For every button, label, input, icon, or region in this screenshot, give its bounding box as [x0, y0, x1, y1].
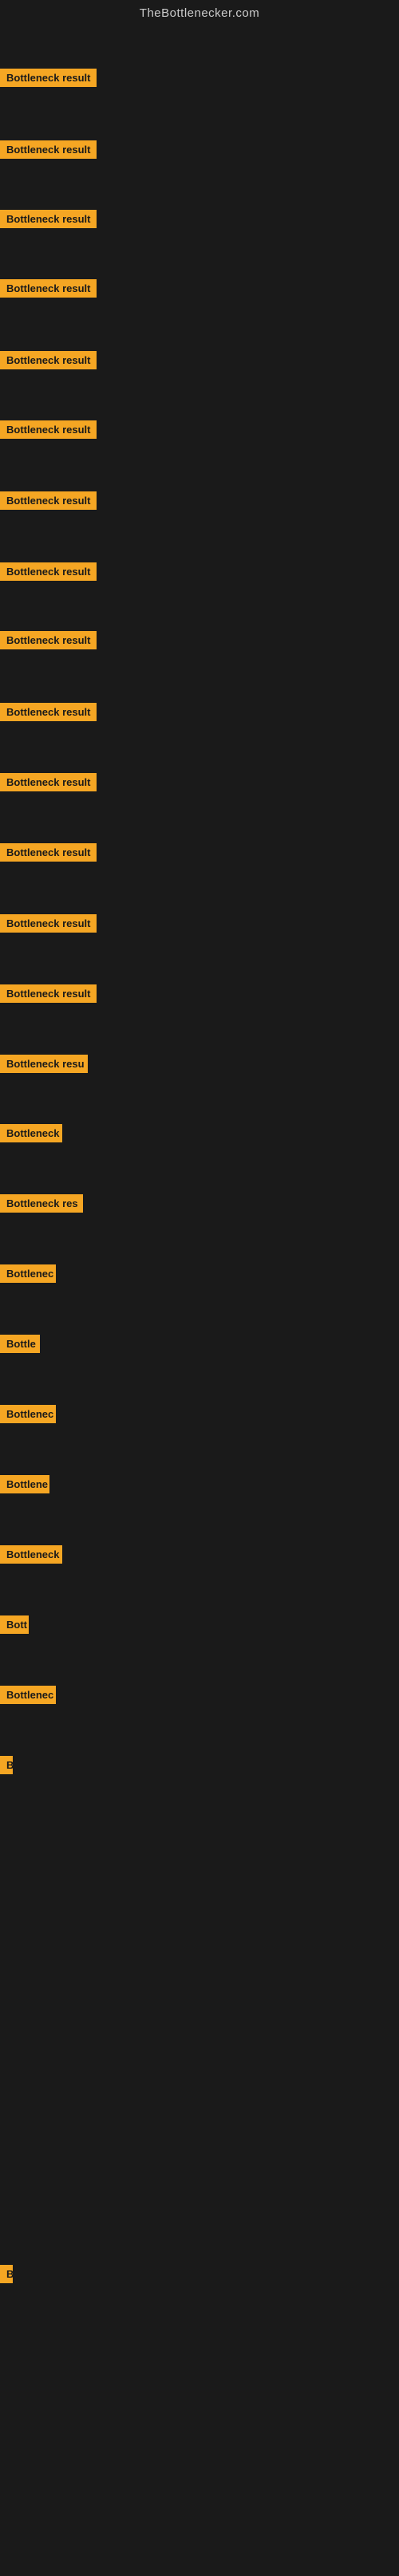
bottleneck-item: Bottleneck result — [0, 420, 97, 443]
bottleneck-badge: Bottleneck — [0, 1545, 62, 1564]
bottleneck-item: Bottleneck result — [0, 491, 97, 514]
bottleneck-item: Bottleneck result — [0, 279, 97, 302]
bottleneck-item: Bottleneck result — [0, 562, 97, 585]
bottleneck-badge: Bottleneck result — [0, 703, 97, 721]
bottleneck-badge: Bottleneck result — [0, 420, 97, 439]
bottleneck-item: Bottleneck — [0, 1124, 62, 1146]
bottleneck-badge: Bottlene — [0, 1475, 49, 1493]
bottleneck-item: Bottlenec — [0, 1686, 56, 1708]
bottleneck-item: Bottleneck result — [0, 843, 97, 866]
bottleneck-badge: Bottleneck — [0, 1124, 62, 1142]
bottleneck-badge: Bottleneck result — [0, 69, 97, 87]
bottleneck-badge: Bottleneck result — [0, 210, 97, 228]
bottleneck-item: Bottleneck result — [0, 984, 97, 1007]
bottleneck-badge: Bottleneck res — [0, 1194, 83, 1213]
bottleneck-badge: Bottlenec — [0, 1264, 56, 1283]
bottleneck-item: Bottle — [0, 1335, 40, 1357]
bottleneck-item: Bottleneck result — [0, 773, 97, 795]
bottleneck-item: B — [0, 2265, 13, 2287]
bottleneck-item: Bottleneck — [0, 1545, 62, 1568]
bottleneck-badge: Bottleneck result — [0, 773, 97, 791]
bottleneck-item: Bottleneck result — [0, 210, 97, 232]
bottleneck-item: Bottleneck result — [0, 69, 97, 91]
site-header: TheBottlenecker.com — [0, 0, 399, 23]
bottleneck-item: Bottleneck result — [0, 703, 97, 725]
bottleneck-item: Bott — [0, 1615, 29, 1638]
bottleneck-badge: Bottleneck result — [0, 562, 97, 581]
bottleneck-badge: B — [0, 2265, 13, 2283]
bottleneck-item: Bottleneck result — [0, 140, 97, 163]
bottleneck-badge: Bottleneck result — [0, 984, 97, 1003]
bottleneck-badge: B — [0, 1756, 13, 1774]
bottleneck-item: Bottleneck resu — [0, 1055, 88, 1077]
bottleneck-item: Bottlenec — [0, 1405, 56, 1427]
bottleneck-badge: Bottleneck result — [0, 140, 97, 159]
bottleneck-badge: Bottleneck result — [0, 914, 97, 933]
bottleneck-badge: Bottleneck result — [0, 279, 97, 298]
bottleneck-item: Bottleneck res — [0, 1194, 83, 1217]
bottleneck-item: Bottleneck result — [0, 631, 97, 653]
bottleneck-item: Bottleneck result — [0, 914, 97, 937]
bottleneck-badge: Bottleneck result — [0, 351, 97, 369]
bottleneck-badge: Bottleneck result — [0, 491, 97, 510]
bottleneck-item: Bottlenec — [0, 1264, 56, 1287]
bottleneck-item: Bottleneck result — [0, 351, 97, 373]
bottleneck-badge: Bottleneck result — [0, 843, 97, 862]
bottleneck-badge: Bottle — [0, 1335, 40, 1353]
bottleneck-badge: Bottleneck resu — [0, 1055, 88, 1073]
bottleneck-badge: Bott — [0, 1615, 29, 1634]
bottleneck-badge: Bottlenec — [0, 1405, 56, 1423]
bottleneck-item: B — [0, 1756, 13, 1778]
bottleneck-badge: Bottleneck result — [0, 631, 97, 649]
bottleneck-item: Bottlene — [0, 1475, 49, 1497]
bottleneck-badge: Bottlenec — [0, 1686, 56, 1704]
